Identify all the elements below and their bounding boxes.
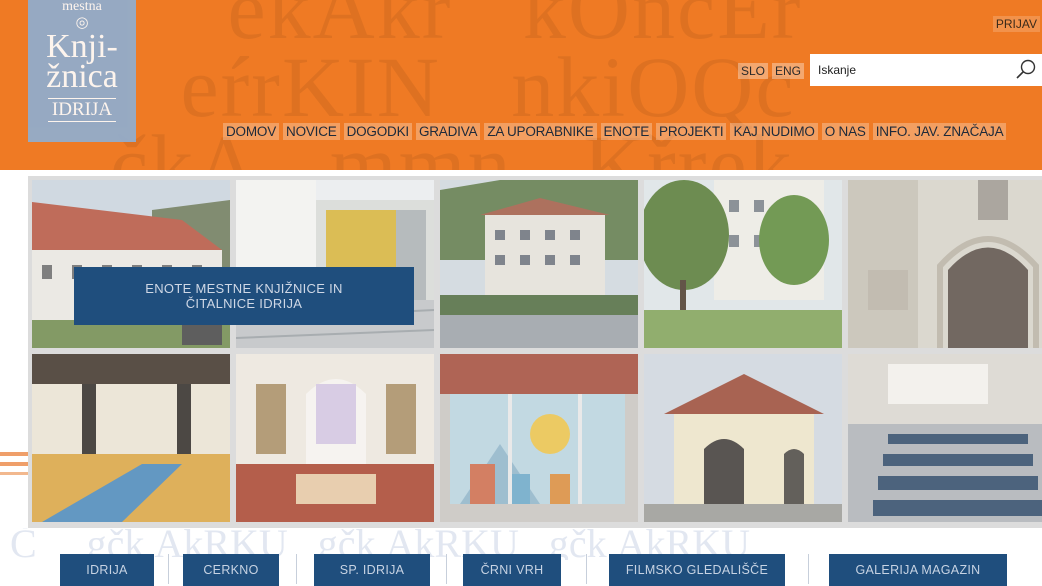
unit-button-galerija-magazin[interactable]: GALERIJA MAGAZIN xyxy=(829,554,1007,586)
nav-item-dogodki[interactable]: DOGODKI xyxy=(343,123,412,140)
tile-veil xyxy=(848,354,1042,522)
unit-button-crni-vrh[interactable]: ČRNI VRH xyxy=(463,554,561,586)
unit-button-idrija[interactable]: IDRIJA xyxy=(60,554,154,586)
gallery-tile-street-trees[interactable] xyxy=(644,180,842,348)
units-separator xyxy=(808,554,809,584)
library-logo[interactable]: mestna ◎ Knji- žnica IDRIJA xyxy=(28,0,136,142)
units-separator xyxy=(446,554,447,584)
gallery-tile-window-mural[interactable] xyxy=(440,354,638,522)
lang-slo-link[interactable]: SLO xyxy=(738,63,769,79)
gallery-tile-children-room[interactable] xyxy=(236,354,434,522)
units-overlay-title[interactable]: ENOTE MESTNE KNJIŽNICE IN ČITALNICE IDRI… xyxy=(74,267,414,325)
tile-veil xyxy=(644,354,842,522)
nav-item-o-nas[interactable]: O NAS xyxy=(821,123,869,140)
login-link[interactable]: PRIJAV xyxy=(992,16,1040,32)
nav-item-enote[interactable]: ENOTE xyxy=(600,123,653,140)
units-separator xyxy=(586,554,587,584)
nav-item-za-uporabnike[interactable]: ZA UPORABNIKE xyxy=(484,123,597,140)
nav-item-projekti[interactable]: PROJEKTI xyxy=(656,123,727,140)
gallery-tile-hall-interior[interactable] xyxy=(32,354,230,522)
nav-item-domov[interactable]: DOMOV xyxy=(223,123,280,140)
units-gallery xyxy=(28,176,1042,528)
nav-item-gradiva[interactable]: GRADIVA xyxy=(415,123,481,140)
gallery-tile-town-building[interactable] xyxy=(440,180,638,348)
gallery-tile-cinema-hall[interactable] xyxy=(848,354,1042,522)
tile-veil xyxy=(440,180,638,348)
gallery-tile-arched-door[interactable] xyxy=(848,180,1042,348)
side-stripes-decoration xyxy=(0,452,28,475)
unit-button-sp-idrija[interactable]: SP. IDRIJA xyxy=(314,554,430,586)
search-input[interactable] xyxy=(818,61,1008,79)
unit-button-filmsko-gledalisce[interactable]: FILMSKO GLEDALIŠČE xyxy=(609,554,785,586)
nav-item-info-jav-znacaja[interactable]: INFO. JAV. ZNAČAJA xyxy=(872,123,1007,140)
tile-veil xyxy=(644,180,842,348)
nav-item-novice[interactable]: NOVICE xyxy=(283,123,340,140)
gallery-tile-chapel-gallery[interactable] xyxy=(644,354,842,522)
main-nav: DOMOV NOVICE DOGODKI GRADIVA ZA UPORABNI… xyxy=(223,123,1007,140)
site-header: ěkAkr ǩOnčEr eŕrKIN nkiOQc čkA mmn Křrek … xyxy=(0,0,1042,170)
logo-text-idrija: IDRIJA xyxy=(47,98,117,122)
logo-text-mestna: mestna xyxy=(62,0,102,14)
unit-button-cerkno[interactable]: CERKNO xyxy=(183,554,279,586)
tile-veil xyxy=(848,180,1042,348)
search-box xyxy=(810,54,1042,86)
search-icon[interactable] xyxy=(1014,57,1038,81)
units-separator xyxy=(296,554,297,584)
tile-veil xyxy=(32,354,230,522)
tile-veil xyxy=(236,354,434,522)
lang-eng-link[interactable]: ENG xyxy=(772,63,805,79)
tile-veil xyxy=(440,354,638,522)
logo-text-znica: žnica xyxy=(46,58,118,95)
nav-item-kaj-nudimo[interactable]: KAJ NUDIMO xyxy=(730,123,818,140)
units-overlay-text: ENOTE MESTNE KNJIŽNICE IN ČITALNICE IDRI… xyxy=(145,281,343,311)
units-bar: IDRIJA CERKNO SP. IDRIJA ČRNI VRH FILMSK… xyxy=(0,554,1042,586)
units-separator xyxy=(168,554,169,584)
